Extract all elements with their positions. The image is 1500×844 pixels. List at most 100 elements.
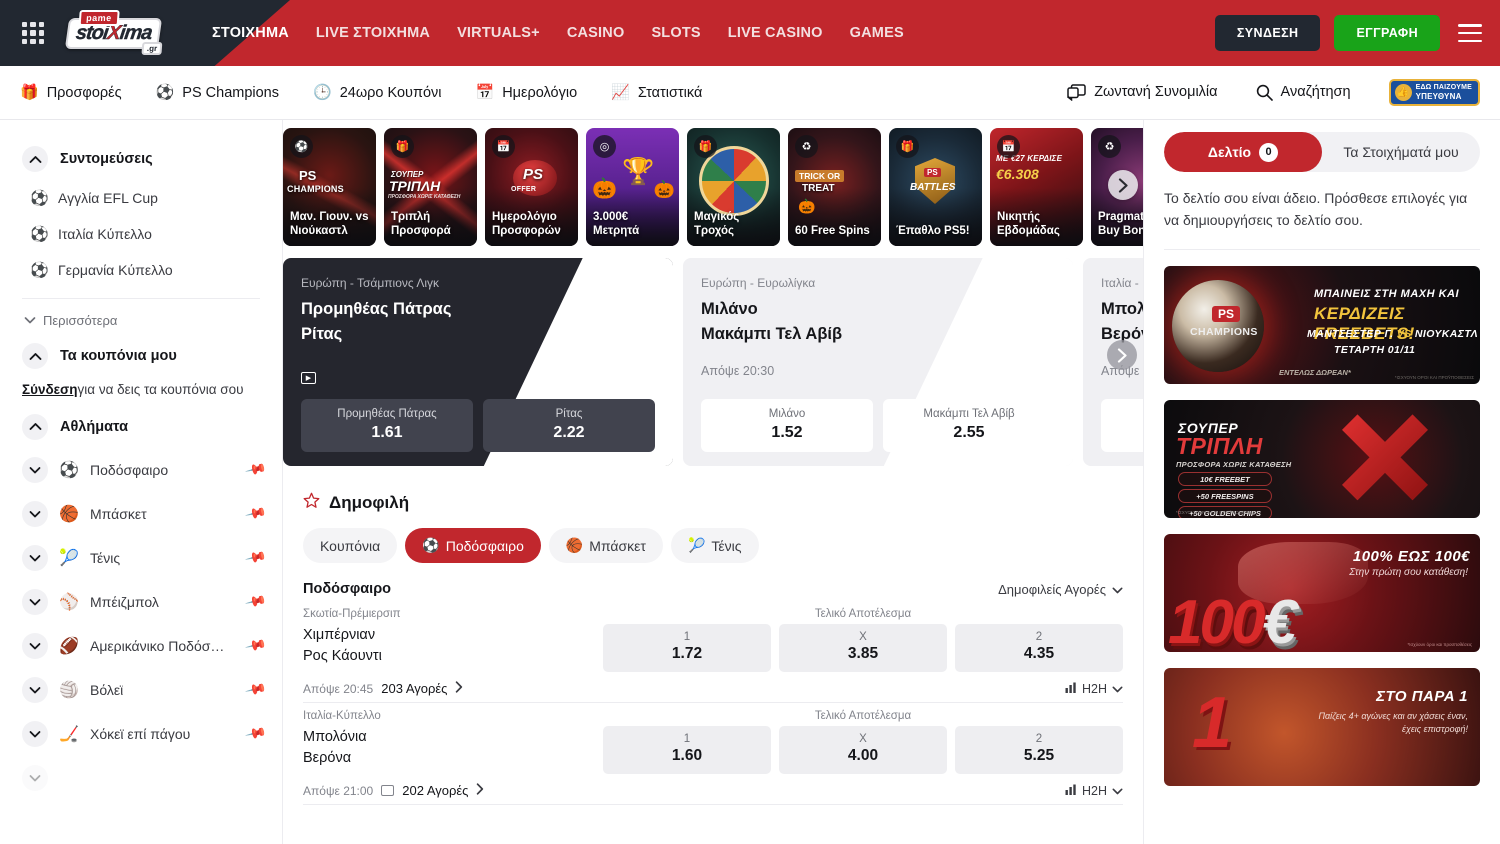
subnav-item-24h-coupon[interactable]: 🕒 24ωρο Κουπόνι xyxy=(313,85,442,101)
responsible-gaming-badge[interactable]: 👍 ΕΔΩ ΠΑΙΖΟΥΜΕ ΥΠΕΥΘΥΝΑ xyxy=(1389,79,1480,106)
sidebar-section-sports[interactable]: Αθλήματα xyxy=(0,406,282,448)
match-markets-count[interactable]: 202 Αγορές xyxy=(402,783,468,798)
chevron-down-icon[interactable] xyxy=(22,589,48,615)
sidebar-more-button[interactable]: Περισσότερα xyxy=(0,305,282,335)
register-button[interactable]: ΕΓΓΡΑΦΗ xyxy=(1334,15,1440,51)
chevron-down-icon[interactable] xyxy=(22,501,48,527)
tab-label: Ποδόσφαιρο xyxy=(446,538,524,554)
chevron-down-icon[interactable] xyxy=(22,633,48,659)
promo-carousel-next-button[interactable] xyxy=(1108,170,1138,200)
pin-icon[interactable]: 📌 xyxy=(243,590,267,614)
pin-icon[interactable]: 📌 xyxy=(243,502,267,526)
selection-button[interactable]: 2 4.35 xyxy=(955,624,1123,672)
promo-tile-offer-calendar[interactable]: PS OFFER 📅 Ημερολόγιο Προσφορών xyxy=(485,128,578,246)
sidebar-section-shortcuts[interactable]: Συντομεύσεις xyxy=(0,138,282,180)
featured-odd-button[interactable]: 1 1.60 xyxy=(1101,399,1143,452)
match-h2h-button[interactable]: H2H xyxy=(1065,682,1123,696)
brand-logo[interactable]: pame stoiXima .gr xyxy=(60,8,168,58)
subnav-item-ps-champions[interactable]: ⚽ PS Champions xyxy=(156,85,279,101)
nav-item-games[interactable]: GAMES xyxy=(850,25,904,41)
tab-football[interactable]: ⚽ Ποδόσφαιρο xyxy=(405,528,541,563)
banner-ps-champions-freebets[interactable]: PS CHAMPIONS ΜΠΑΙΝΕΙΣ ΣΤΗ ΜΑΧΗ ΚΑΙ ΚΕΡΔΙ… xyxy=(1164,266,1480,384)
sidebar-section-my-coupons[interactable]: Τα κουπόνια μου xyxy=(0,335,282,377)
match-markets-count[interactable]: 203 Αγορές xyxy=(381,681,447,696)
selection-odds: 4.35 xyxy=(959,645,1119,663)
nav-item-slots[interactable]: SLOTS xyxy=(651,25,700,41)
promo-tile-magic-wheel[interactable]: 🎁 Μαγικός Τροχός xyxy=(687,128,780,246)
nav-item-live-casino[interactable]: LIVE CASINO xyxy=(728,25,823,41)
hamburger-menu-icon[interactable] xyxy=(1458,24,1482,42)
sidebar-sport-football[interactable]: ⚽ Ποδόσφαιρο 📌 xyxy=(0,448,282,492)
sidebar-sport-partial[interactable] xyxy=(0,756,282,800)
sidebar-sport-volleyball[interactable]: 🏐 Βόλεϊ 📌 xyxy=(0,668,282,712)
nav-item-virtuals[interactable]: VIRTUALS+ xyxy=(457,25,540,41)
featured-odd-button[interactable]: Προμηθέας Πάτρας 1.61 xyxy=(301,399,473,452)
featured-odd-button[interactable]: Ρίτας 2.22 xyxy=(483,399,655,452)
tab-betslip[interactable]: Δελτίο 0 xyxy=(1164,132,1322,172)
match-teams[interactable]: Χιμπέρνιαν Ρος Κάουντι xyxy=(303,622,603,667)
apps-grid-icon[interactable] xyxy=(20,20,46,46)
match-kickoff-time: Απόψε 21:00 xyxy=(303,784,373,798)
selection-button[interactable]: 1 1.72 xyxy=(603,624,771,672)
subnav-item-offers[interactable]: 🎁 Προσφορές xyxy=(20,85,122,101)
chevron-down-icon[interactable] xyxy=(22,457,48,483)
chevron-down-icon[interactable] xyxy=(22,721,48,747)
sidebar-sport-tennis[interactable]: 🎾 Τένις 📌 xyxy=(0,536,282,580)
tab-basketball[interactable]: 🏀 Μπάσκετ xyxy=(549,528,663,563)
live-stream-icon[interactable] xyxy=(381,785,394,796)
promo-tile-ps5-prize[interactable]: PS BATTLES 🎁 Έπαθλο PS5! xyxy=(889,128,982,246)
market-selections: 1 1.72 X 3.85 2 4.35 xyxy=(603,624,1123,672)
live-stream-icon[interactable]: ▶ xyxy=(301,372,316,384)
pin-icon[interactable]: 📌 xyxy=(243,546,267,570)
tab-coupons[interactable]: Κουπόνια xyxy=(303,528,397,563)
popular-markets-dropdown[interactable]: Δημοφιλείς Αγορές xyxy=(998,582,1123,597)
promo-tile-60-free-spins[interactable]: TRICK OR TREAT 🎃 ♻ 60 Free Spins xyxy=(788,128,881,246)
sidebar-shortcut-italy-cup[interactable]: ⚽ Ιταλία Κύπελλο xyxy=(0,216,282,252)
tab-my-bets[interactable]: Τα Στοιχήματά μου xyxy=(1322,132,1480,172)
pin-icon[interactable]: 📌 xyxy=(243,458,267,482)
chevron-right-icon[interactable] xyxy=(476,783,484,798)
featured-match-card[interactable]: Ευρώπη - Τσάμπιονς Λιγκ Προμηθέας Πάτρας… xyxy=(283,258,673,466)
match-teams[interactable]: Μπολόνια Βερόνα xyxy=(303,724,603,769)
sidebar-sport-ice-hockey[interactable]: 🏒 Χόκεϊ επί πάγου 📌 xyxy=(0,712,282,756)
pin-icon[interactable]: 📌 xyxy=(243,634,267,658)
bar-chart-icon xyxy=(1065,784,1077,798)
promo-tile-3000-cash[interactable]: 🏆 🎃 🎃 ◎ 3.000€ Μετρητά xyxy=(586,128,679,246)
promo-tile-weekly-winner[interactable]: ΜΕ €27 ΚΕΡΔΙΣΕ €6.308 📅 Νικητής Εβδομάδα… xyxy=(990,128,1083,246)
sidebar-login-link[interactable]: Σύνδεση xyxy=(22,382,78,397)
promo-tile-triple-offer[interactable]: ΣΟΥΠΕΡ ΤΡΙΠΛΗ ΠΡΟΣΦΟΡΑ ΧΩΡΙΣ ΚΑΤΑΘΕΣΗ 🎁 … xyxy=(384,128,477,246)
sidebar-sport-american-football[interactable]: 🏈 Αμερικάνικο Ποδόσ… 📌 xyxy=(0,624,282,668)
banner-sto-para-1[interactable]: 1 ΣΤΟ ΠΑΡΑ 1 Παίζεις 4+ αγώνες και αν χά… xyxy=(1164,668,1480,786)
banner-super-tripli[interactable]: ΣΟΥΠΕΡ ΤΡΙΠΛΗ ΠΡΟΣΦΟΡΑ ΧΩΡΙΣ ΚΑΤΑΘΕΣΗ 10… xyxy=(1164,400,1480,518)
match-h2h-button[interactable]: H2H xyxy=(1065,784,1123,798)
sidebar-shortcut-germany-cup[interactable]: ⚽ Γερμανία Κύπελλο xyxy=(0,252,282,288)
subnav-item-statistics[interactable]: 📈 Στατιστικά xyxy=(611,85,702,101)
chevron-down-icon[interactable] xyxy=(22,765,48,791)
login-button[interactable]: ΣΥΝΔΕΣΗ xyxy=(1215,15,1321,51)
selection-button[interactable]: X 4.00 xyxy=(779,726,947,774)
selection-button[interactable]: 2 5.25 xyxy=(955,726,1123,774)
live-chat-button[interactable]: Ζωντανή Συνομιλία xyxy=(1067,84,1217,101)
featured-match-card[interactable]: Ευρώπη - Ευρωλίγκα Μιλάνο Μακάμπι Τελ Αβ… xyxy=(683,258,1073,466)
featured-odd-button[interactable]: Μακάμπι Τελ Αβίβ 2.55 xyxy=(883,399,1055,452)
chevron-down-icon[interactable] xyxy=(22,677,48,703)
selection-button[interactable]: X 3.85 xyxy=(779,624,947,672)
pin-icon[interactable]: 📌 xyxy=(243,722,267,746)
featured-carousel-next-button[interactable] xyxy=(1107,340,1137,370)
promo-tile-ps-champions[interactable]: PS CHAMPIONS ⚽ Μαν. Γιουν. vs Νιούκαστλ xyxy=(283,128,376,246)
tab-tennis[interactable]: 🎾 Τένις xyxy=(671,528,759,563)
featured-odd-button[interactable]: Μιλάνο 1.52 xyxy=(701,399,873,452)
subnav-item-calendar[interactable]: 📅 Ημερολόγιο xyxy=(476,85,578,101)
sidebar-sport-baseball[interactable]: ⚾ Μπέιζμπολ 📌 xyxy=(0,580,282,624)
chevron-down-icon[interactable] xyxy=(22,545,48,571)
chevron-right-icon[interactable] xyxy=(455,681,463,696)
banner-welcome-100[interactable]: 100€ 100% ΕΩΣ 100€ Στην πρώτη σου κατάθε… xyxy=(1164,534,1480,652)
sidebar-sport-basketball[interactable]: 🏀 Μπάσκετ 📌 xyxy=(0,492,282,536)
nav-item-live-stoixima[interactable]: LIVE ΣΤΟΙΧΗΜΑ xyxy=(316,25,430,41)
selection-button[interactable]: 1 1.60 xyxy=(603,726,771,774)
sidebar-shortcut-efl-cup[interactable]: ⚽ Αγγλία EFL Cup xyxy=(0,180,282,216)
pin-icon[interactable]: 📌 xyxy=(243,678,267,702)
nav-item-stoixima[interactable]: ΣΤΟΙΧΗΜΑ xyxy=(212,25,289,41)
search-button[interactable]: Αναζήτηση xyxy=(1256,84,1351,101)
nav-item-casino[interactable]: CASINO xyxy=(567,25,625,41)
